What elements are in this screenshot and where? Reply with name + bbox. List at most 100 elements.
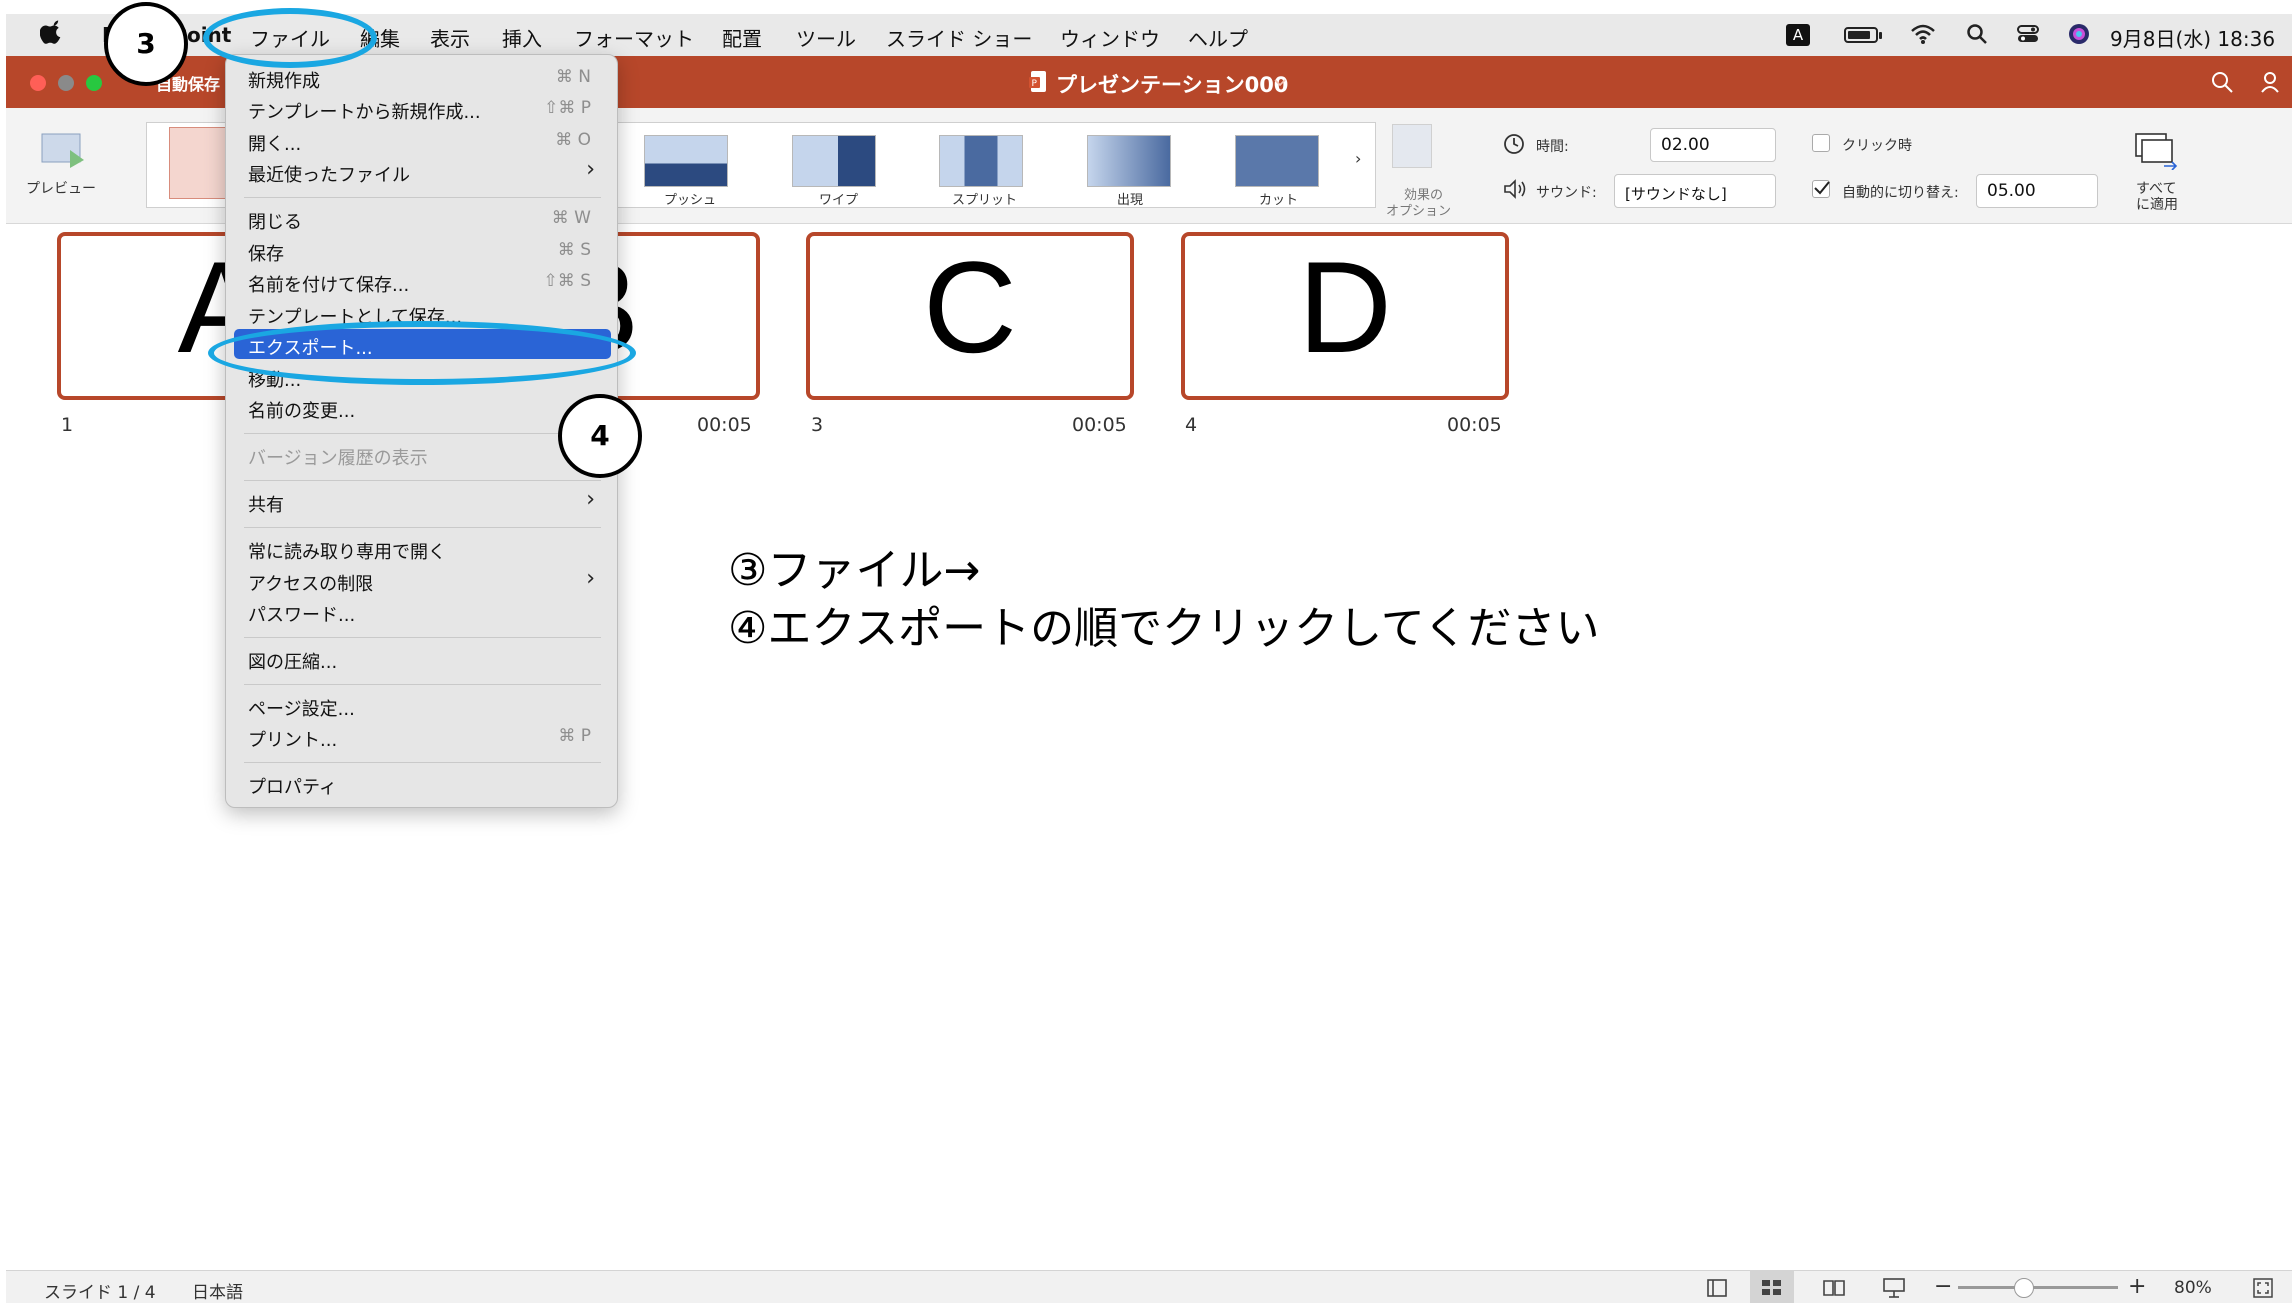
annotation-badge-step-3: 3 [104,2,188,86]
transition-push-label: プッシュ [664,193,717,208]
slide-letter: C [923,234,1017,380]
submenu-arrow-icon: › [586,157,595,182]
menu-item-new[interactable]: 新規作成 [248,67,320,93]
chevron-down-icon[interactable] [1274,78,1286,88]
duration-field[interactable]: 02.00 [1650,128,1776,162]
apply-to-all-icon[interactable] [2132,130,2180,170]
menu-item-compress-pictures[interactable]: 図の圧縮... [248,648,337,674]
effect-options-icon[interactable] [1392,124,1432,168]
shortcut-print: ⌘ P [558,726,591,746]
clock-datetime[interactable]: 9月8日(水) 18:36 [2110,23,2275,52]
transition-split-thumb[interactable] [939,135,1023,187]
apple-icon[interactable] [40,20,64,48]
share-people-icon[interactable] [2260,70,2288,94]
sound-dropdown[interactable]: [サウンドなし] [1614,174,1776,208]
effect-options-label-2: オプション [1386,204,1452,219]
submenu-arrow-icon: › [586,487,595,512]
menu-slideshow[interactable]: スライド ショー [886,23,1032,52]
transition-fade-label: 出現 [1117,193,1144,208]
transition-wipe-label: ワイプ [819,193,859,208]
reading-view-icon[interactable] [1822,1278,1846,1298]
zoom-window-button[interactable] [86,75,102,91]
siri-icon[interactable] [2068,23,2090,45]
menu-separator [244,480,601,481]
normal-view-icon[interactable] [1706,1278,1728,1298]
shortcut-new-from-template: ⇧⌘ P [544,98,591,118]
menu-item-properties[interactable]: プロパティ [248,773,337,799]
menu-item-new-from-template[interactable]: テンプレートから新規作成... [248,98,481,124]
sound-value[interactable]: [サウンドなし] [1625,185,1727,203]
menu-window[interactable]: ウィンドウ [1060,23,1160,52]
menu-item-print[interactable]: プリント... [248,726,337,752]
menu-item-restrict-access[interactable]: アクセスの制限 [248,570,373,596]
menu-item-rename[interactable]: 名前の変更... [248,397,355,423]
auto-advance-field[interactable]: 05.00 [1976,174,2098,208]
input-source-indicator[interactable]: A [1786,24,1810,46]
menu-item-save[interactable]: 保存 [248,240,284,266]
transition-fade-thumb[interactable] [1087,135,1171,187]
zoom-level[interactable]: 80% [2174,1278,2212,1298]
slide-sorter-view-button[interactable] [1750,1271,1794,1303]
transition-cut-thumb[interactable] [1235,135,1319,187]
status-bar: スライド 1 / 4 日本語 − + 80% [6,1270,2292,1303]
control-center-icon[interactable] [2016,23,2040,45]
menu-item-save-as[interactable]: 名前を付けて保存... [248,271,409,297]
slide-sorter-icon [1762,1280,1781,1295]
menu-format[interactable]: フォーマット [574,23,694,52]
transition-none-selected[interactable] [169,127,233,199]
zoom-slider-thumb[interactable] [2014,1278,2034,1298]
slide-time-2: 00:05 [697,414,752,436]
search-icon[interactable] [1966,23,1988,45]
zoom-slider-track[interactable] [1958,1286,2118,1289]
annotation-circle-export [208,321,636,385]
annotation-badge-step-4: 4 [558,394,642,478]
menu-item-always-readonly[interactable]: 常に読み取り専用で開く [248,538,446,564]
wifi-icon[interactable] [1910,23,1936,45]
close-window-button[interactable] [30,75,46,91]
auto-advance-value[interactable]: 05.00 [1987,181,2036,201]
on-click-label: クリック時 [1842,138,1912,154]
language-indicator[interactable]: 日本語 [192,1278,243,1303]
menu-insert[interactable]: 挿入 [502,23,542,52]
duration-value[interactable]: 02.00 [1661,135,1710,155]
menu-separator [244,684,601,685]
apply-to-all-label-2: に適用 [2136,197,2178,213]
gallery-next-arrow[interactable]: › [1355,149,1361,168]
transition-wipe-thumb[interactable] [792,135,876,187]
instruction-line-1: ③ファイル→ [728,545,981,596]
menu-item-share[interactable]: 共有 [248,491,284,517]
menu-item-page-setup[interactable]: ページ設定... [248,695,355,721]
menu-item-password[interactable]: パスワード... [248,601,355,627]
instruction-line-2: ④エクスポートの順でクリックしてください [728,603,1600,654]
menu-item-open[interactable]: 開く... [248,130,301,156]
slide-thumbnail-4[interactable]: D [1181,232,1509,400]
screen: PowerPoint ファイル 編集 表示 挿入 フォーマット 配置 ツール ス… [0,0,2292,1303]
search-icon[interactable] [2210,70,2234,94]
slide-number-3: 3 [811,414,824,436]
auto-advance-label: 自動的に切り替え: [1842,185,1959,201]
fit-to-window-icon[interactable] [2252,1277,2274,1299]
menu-separator [244,197,601,198]
transition-push-thumb[interactable] [644,135,728,187]
menu-tools[interactable]: ツール [796,23,856,52]
zoom-out-button[interactable]: − [1934,1274,1952,1299]
menu-help[interactable]: ヘルプ [1188,23,1248,52]
powerpoint-doc-icon: P [1029,71,1046,92]
slide-thumbnail-3[interactable]: C [806,232,1134,400]
document-title[interactable]: プレゼンテーション000 [1056,69,1288,99]
checkmark-icon [1814,181,1830,195]
zoom-in-button[interactable]: + [2128,1274,2146,1299]
minimize-window-button[interactable] [58,75,74,91]
preview-icon[interactable] [40,130,86,170]
menu-item-close[interactable]: 閉じる [248,208,302,234]
on-click-checkbox[interactable] [1812,134,1830,152]
menu-arrange[interactable]: 配置 [722,23,762,52]
menu-view[interactable]: 表示 [430,23,470,52]
preview-label: プレビュー [26,181,96,197]
slideshow-view-icon[interactable] [1882,1277,1906,1299]
menu-item-recent[interactable]: 最近使ったファイル [248,161,410,187]
clock-icon [1504,134,1524,154]
slide-number-4: 4 [1185,414,1198,436]
battery-icon[interactable] [1844,27,1882,43]
slide-number-1: 1 [61,414,74,436]
